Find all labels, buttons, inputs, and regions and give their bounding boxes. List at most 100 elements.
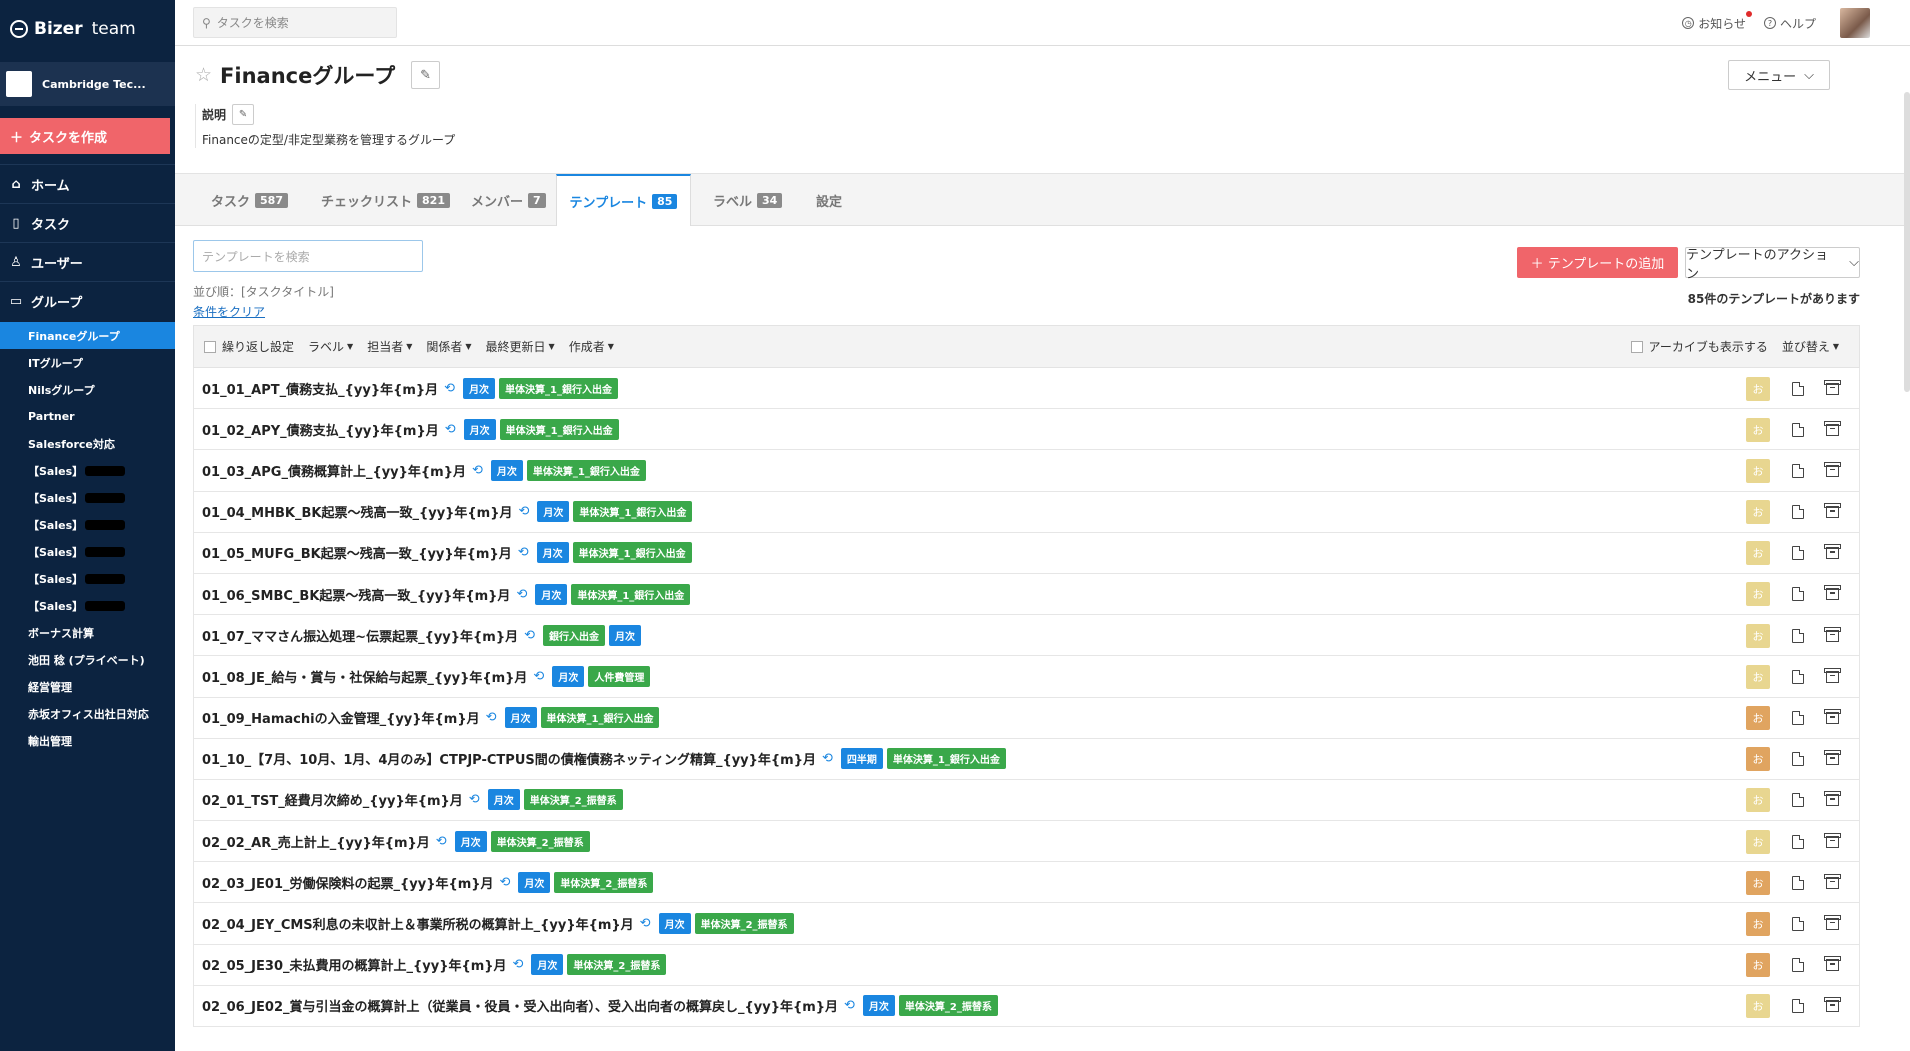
group-item[interactable]: Salesforce対応 xyxy=(0,430,175,457)
archive-icon[interactable] xyxy=(1824,379,1841,395)
tab-0[interactable]: タスク 587 xyxy=(211,174,288,226)
document-icon[interactable] xyxy=(1792,505,1804,520)
assignee-avatar[interactable]: お xyxy=(1746,582,1770,607)
template-row[interactable]: 02_05_JE30_未払費用の概算計上_{yy}年{m}月 ⟲ 月次 単体決算_2_… xyxy=(193,944,1860,986)
label-tag[interactable]: 単体決算_1_銀行入出金 xyxy=(572,542,692,564)
group-item[interactable]: Partner xyxy=(0,403,175,430)
label-tag[interactable]: 単体決算_1_銀行入出金 xyxy=(499,377,619,399)
label-filter[interactable]: ラベル ▼ xyxy=(308,338,353,355)
assignee-avatar[interactable]: お xyxy=(1746,417,1770,442)
label-tag[interactable]: 単体決算_2_振替系 xyxy=(490,830,590,852)
template-row[interactable]: 01_07_ママさん振込処理~伝票起票_{yy}年{m}月 ⟲ 銀行入出金 月次 お xyxy=(193,615,1860,657)
template-title[interactable]: 02_06_JE02_賞与引当金の概算計上（従業員・役員・受入出向者）、受入出向… xyxy=(202,996,838,1015)
label-tag[interactable]: 月次 xyxy=(490,459,523,481)
template-actions-button[interactable]: テンプレートのアクション ⌵ xyxy=(1685,247,1860,282)
sidebar-item-0[interactable]: ⌂ ホーム xyxy=(0,164,175,203)
label-tag[interactable]: 月次 xyxy=(531,954,564,976)
template-row[interactable]: 01_05_MUFG_BK起票～残高一致_{yy}年{m}月 ⟲ 月次 単体決算_1_… xyxy=(193,532,1860,574)
tab-5[interactable]: 設定 xyxy=(816,174,842,226)
sort-dropdown[interactable]: 並び替え ▼ xyxy=(1782,338,1839,355)
template-title[interactable]: 01_08_JE_給与・賞与・社保給与起票_{yy}年{m}月 xyxy=(202,667,527,686)
label-tag[interactable]: 単体決算_1_銀行入出金 xyxy=(886,748,1006,770)
sidebar-item-1[interactable]: ▯ タスク xyxy=(0,203,175,242)
template-title[interactable]: 01_03_APG_債務概算計上_{yy}年{m}月 xyxy=(202,461,466,480)
help-button[interactable]: ? ヘルプ xyxy=(1763,15,1816,32)
template-row[interactable]: 01_01_APT_債務支払_{yy}年{m}月 ⟲ 月次 単体決算_1_銀行入出金 … xyxy=(193,368,1860,410)
edit-title-button[interactable]: ✎ xyxy=(411,61,441,89)
document-icon[interactable] xyxy=(1792,628,1804,643)
template-row[interactable]: 02_06_JE02_賞与引当金の概算計上（従業員・役員・受入出向者）、受入出向… xyxy=(193,985,1860,1027)
template-title[interactable]: 01_01_APT_債務支払_{yy}年{m}月 xyxy=(202,379,438,398)
document-icon[interactable] xyxy=(1792,834,1804,849)
archive-icon[interactable] xyxy=(1824,461,1841,477)
label-tag[interactable]: 四半期 xyxy=(840,748,883,770)
archive-icon[interactable] xyxy=(1824,832,1841,848)
template-title[interactable]: 01_09_Hamachiの入金管理_{yy}年{m}月 xyxy=(202,708,480,727)
template-row[interactable]: 01_02_APY_債務支払_{yy}年{m}月 ⟲ 月次 単体決算_1_銀行入出金 … xyxy=(193,409,1860,451)
archive-icon[interactable] xyxy=(1824,667,1841,683)
template-row[interactable]: 01_09_Hamachiの入金管理_{yy}年{m}月 ⟲ 月次 単体決算_1_銀行… xyxy=(193,697,1860,739)
task-search-input[interactable]: ⚲ タスクを検索 xyxy=(193,7,397,38)
archive-icon[interactable] xyxy=(1824,997,1841,1013)
archive-checkbox[interactable] xyxy=(1630,340,1643,353)
group-item[interactable]: ITグループ xyxy=(0,349,175,376)
updated-filter[interactable]: 最終更新日 ▼ xyxy=(486,338,555,355)
label-tag[interactable]: 単体決算_1_銀行入出金 xyxy=(573,501,693,523)
document-icon[interactable] xyxy=(1792,999,1804,1014)
assignee-avatar[interactable]: お xyxy=(1746,664,1770,689)
label-tag[interactable]: 月次 xyxy=(535,583,568,605)
assignee-avatar[interactable]: お xyxy=(1746,994,1770,1019)
template-title[interactable]: 02_01_TST_経費月次締め_{yy}年{m}月 xyxy=(202,790,463,809)
label-tag[interactable]: 月次 xyxy=(454,830,487,852)
document-icon[interactable] xyxy=(1792,381,1804,396)
archive-icon[interactable] xyxy=(1824,544,1841,560)
assignee-avatar[interactable]: お xyxy=(1746,376,1770,401)
assignee-avatar[interactable]: お xyxy=(1746,500,1770,525)
author-filter[interactable]: 作成者 ▼ xyxy=(569,338,614,355)
repeat-filter[interactable]: 繰り返し設定 xyxy=(204,338,294,355)
label-tag[interactable]: 単体決算_2_振替系 xyxy=(567,954,667,976)
user-avatar[interactable] xyxy=(1840,8,1870,38)
repeat-checkbox[interactable] xyxy=(204,340,216,353)
document-icon[interactable] xyxy=(1792,916,1804,931)
template-row[interactable]: 02_01_TST_経費月次締め_{yy}年{m}月 ⟲ 月次 単体決算_2_振替系 … xyxy=(193,779,1860,822)
archive-icon[interactable] xyxy=(1824,791,1841,807)
template-search-input[interactable]: テンプレートを検索 xyxy=(193,240,423,272)
group-item[interactable]: 【Sales】 xyxy=(0,592,175,619)
label-tag[interactable]: 月次 xyxy=(609,624,641,646)
template-row[interactable]: 02_04_JEY_CMS利息の未収計上＆事業所税の概算計上_{yy}年{m}月… xyxy=(193,903,1860,945)
group-item[interactable]: 【Sales】 xyxy=(0,484,175,511)
scrollbar[interactable] xyxy=(1904,92,1910,392)
archive-icon[interactable] xyxy=(1824,585,1841,601)
sidebar-item-2[interactable]: ♙ ユーザー xyxy=(0,242,175,281)
template-title[interactable]: 01_07_ママさん振込処理~伝票起票_{yy}年{m}月 xyxy=(202,626,518,645)
label-tag[interactable]: 月次 xyxy=(552,665,585,687)
assignee-avatar[interactable]: お xyxy=(1746,788,1770,813)
label-tag[interactable]: 月次 xyxy=(658,913,691,935)
assignee-avatar[interactable]: お xyxy=(1746,706,1770,730)
edit-description-button[interactable]: ✎ xyxy=(232,104,255,125)
group-item[interactable]: 赤坂オフィス出社日対応 xyxy=(0,700,175,727)
archive-icon[interactable] xyxy=(1824,956,1841,972)
label-tag[interactable]: 単体決算_2_振替系 xyxy=(554,871,654,893)
tab-2[interactable]: メンバー 7 xyxy=(471,174,546,226)
template-title[interactable]: 02_04_JEY_CMS利息の未収計上＆事業所税の概算計上_{yy}年{m}月 xyxy=(202,914,634,933)
document-icon[interactable] xyxy=(1792,875,1804,890)
app-logo[interactable]: Bizer team xyxy=(0,0,175,58)
group-item[interactable]: 【Sales】 xyxy=(0,565,175,592)
document-icon[interactable] xyxy=(1792,546,1804,561)
label-tag[interactable]: 銀行入出金 xyxy=(543,624,605,646)
document-icon[interactable] xyxy=(1792,958,1804,973)
label-tag[interactable]: 月次 xyxy=(504,707,537,729)
document-icon[interactable] xyxy=(1792,422,1804,437)
clear-conditions-link[interactable]: 条件をクリア xyxy=(193,303,265,320)
template-row[interactable]: 02_02_AR_売上計上_{yy}年{m}月 ⟲ 月次 単体決算_2_振替系 お xyxy=(193,821,1860,863)
label-tag[interactable]: 単体決算_1_銀行入出金 xyxy=(499,418,619,440)
assignee-filter[interactable]: 担当者 ▼ xyxy=(367,338,412,355)
template-title[interactable]: 01_02_APY_債務支払_{yy}年{m}月 xyxy=(202,420,439,439)
sidebar-item-3[interactable]: ▭ グループ xyxy=(0,281,175,320)
label-tag[interactable]: 月次 xyxy=(487,789,520,811)
template-title[interactable]: 02_03_JE01_労働保険料の起票_{yy}年{m}月 xyxy=(202,873,494,892)
label-tag[interactable]: 月次 xyxy=(518,871,551,893)
archive-icon[interactable] xyxy=(1824,626,1841,642)
